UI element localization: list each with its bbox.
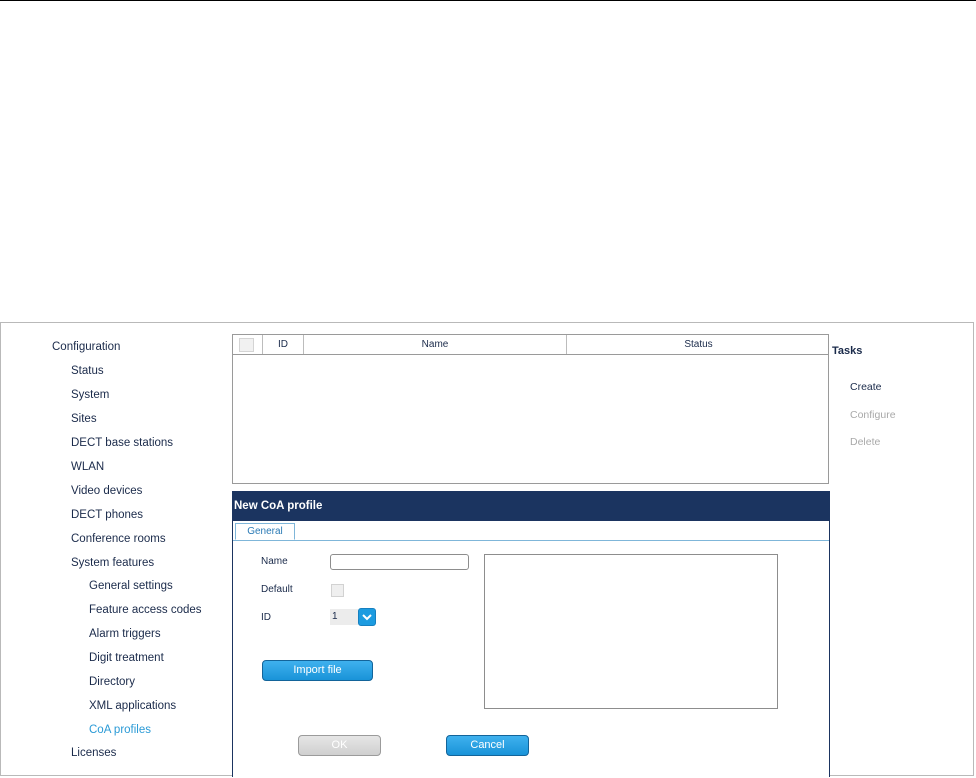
sidebar-item-directory[interactable]: Directory [89, 676, 135, 688]
app-frame: Configuration Status System Sites DECT b… [0, 322, 974, 777]
tasks-title: Tasks [832, 345, 863, 357]
cancel-button[interactable]: Cancel [446, 735, 529, 756]
sidebar-item-coa-profiles[interactable]: CoA profiles [89, 724, 151, 736]
sidebar-item-licenses[interactable]: Licenses [71, 747, 116, 759]
name-field[interactable] [330, 554, 469, 570]
new-coa-profile-dialog: New CoA profile General Name Default ID … [232, 491, 830, 777]
configure-task-link: Configure [850, 409, 896, 421]
ok-button: OK [298, 735, 381, 756]
sidebar-item-video-devices[interactable]: Video devices [71, 485, 142, 497]
default-checkbox[interactable] [331, 584, 344, 597]
select-all-column [233, 335, 263, 354]
sidebar-item-feature-access-codes[interactable]: Feature access codes [89, 604, 202, 616]
column-name[interactable]: Name [304, 335, 567, 354]
id-select-value: 1 [330, 609, 358, 625]
name-label: Name [261, 556, 288, 567]
dialog-title: New CoA profile [233, 491, 829, 521]
id-dropdown-button[interactable] [358, 608, 376, 626]
id-label: ID [261, 612, 271, 623]
delete-task-link: Delete [850, 436, 881, 448]
coa-profile-table: ID Name Status [232, 334, 829, 484]
sidebar-item-alarm-triggers[interactable]: Alarm triggers [89, 628, 161, 640]
sidebar: Configuration Status System Sites DECT b… [1, 323, 229, 775]
tab-general[interactable]: General [235, 523, 295, 540]
sidebar-item-dect-base-stations[interactable]: DECT base stations [71, 437, 173, 449]
top-rule [0, 0, 976, 1]
sidebar-item-digit-treatment[interactable]: Digit treatment [89, 652, 164, 664]
sidebar-item-conference-rooms[interactable]: Conference rooms [71, 533, 166, 545]
file-content-area[interactable] [484, 554, 778, 709]
sidebar-item-configuration[interactable]: Configuration [52, 341, 120, 353]
sidebar-item-status[interactable]: Status [71, 365, 104, 377]
table-header: ID Name Status [233, 335, 828, 355]
import-file-button[interactable]: Import file [262, 660, 373, 681]
column-status[interactable]: Status [567, 335, 830, 354]
sidebar-item-sites[interactable]: Sites [71, 413, 97, 425]
default-label: Default [261, 584, 293, 595]
sidebar-item-system[interactable]: System [71, 389, 109, 401]
sidebar-item-dect-phones[interactable]: DECT phones [71, 509, 143, 521]
sidebar-item-wlan[interactable]: WLAN [71, 461, 104, 473]
sidebar-item-system-features[interactable]: System features [71, 557, 154, 569]
sidebar-item-xml-applications[interactable]: XML applications [89, 700, 176, 712]
sidebar-item-general-settings[interactable]: General settings [89, 580, 173, 592]
column-id[interactable]: ID [263, 335, 304, 354]
tab-strip: General [233, 521, 829, 541]
create-task-link[interactable]: Create [850, 381, 882, 393]
id-select[interactable]: 1 [330, 608, 376, 626]
chevron-down-icon [362, 614, 372, 621]
select-all-checkbox[interactable] [239, 338, 254, 352]
